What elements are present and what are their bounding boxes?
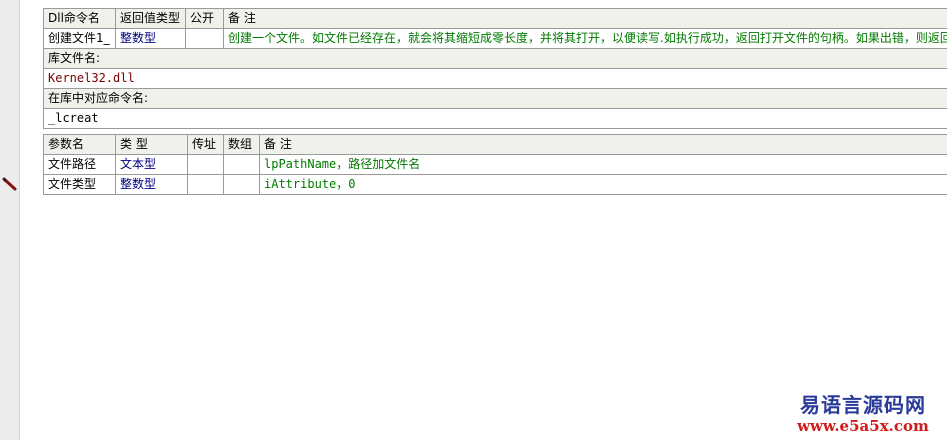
param-type-cell[interactable]: 整数型 [115, 174, 188, 195]
func-label-row: 在库中对应命令名: [43, 88, 947, 109]
col-dll-name: Dll命令名 [43, 8, 116, 29]
lib-label: 库文件名: [43, 48, 947, 69]
col-param-name: 参数名 [43, 134, 116, 155]
param-header-row: 参数名 类 型 传址 数组 备 注 [43, 134, 947, 155]
dll-header-row: Dll命令名 返回值类型 公开 备 注 [43, 8, 947, 29]
func-value-row[interactable]: _lcreat [43, 108, 947, 129]
col-public: 公开 [185, 8, 224, 29]
param-byref-cell[interactable] [187, 154, 224, 175]
dll-row[interactable]: 创建文件1_ 整数型 创建一个文件。如文件已经存在，就会将其缩短成零长度，并将其… [43, 28, 947, 49]
param-name-cell[interactable]: 文件路径 [43, 154, 116, 175]
lib-label-row: 库文件名: [43, 48, 947, 69]
editor-gutter [0, 0, 20, 440]
func-label: 在库中对应命令名: [43, 88, 947, 109]
table-row[interactable]: 文件路径 文本型 lpPathName，路径加文件名 [43, 154, 947, 175]
param-remark-cell[interactable]: iAttribute，0 [259, 174, 947, 195]
col-remark: 备 注 [223, 8, 947, 29]
param-type-cell[interactable]: 文本型 [115, 154, 188, 175]
func-value-cell[interactable]: _lcreat [43, 108, 947, 129]
param-array-cell[interactable] [223, 174, 260, 195]
param-remark-cell[interactable]: lpPathName，路径加文件名 [259, 154, 947, 175]
col-return-type: 返回值类型 [115, 8, 186, 29]
col-param-type: 类 型 [115, 134, 188, 155]
dll-name-cell[interactable]: 创建文件1_ [43, 28, 116, 49]
table-row[interactable]: 文件类型 整数型 iAttribute，0 [43, 174, 947, 195]
param-byref-cell[interactable] [187, 174, 224, 195]
dll-public-cell[interactable] [185, 28, 224, 49]
col-param-remark: 备 注 [259, 134, 947, 155]
params-table: 参数名 类 型 传址 数组 备 注 文件路径 文本型 lpPathName，路径… [43, 134, 947, 195]
dll-remark-cell[interactable]: 创建一个文件。如文件已经存在，就会将其缩短成零长度，并将其打开，以便读写.如执行… [223, 28, 947, 49]
watermark-url: www.e5a5x.com [797, 417, 929, 435]
param-name-cell[interactable]: 文件类型 [43, 174, 116, 195]
dll-return-type-cell[interactable]: 整数型 [115, 28, 186, 49]
param-array-cell[interactable] [223, 154, 260, 175]
col-param-byref: 传址 [187, 134, 224, 155]
watermark-title: 易语言源码网 [800, 393, 926, 417]
lib-value-cell[interactable]: Kernel32.dll [43, 68, 947, 89]
col-param-array: 数组 [223, 134, 260, 155]
watermark: 易语言源码网 www.e5a5x.com [788, 393, 938, 435]
dll-declaration-table: Dll命令名 返回值类型 公开 备 注 创建文件1_ 整数型 创建一个文件。如文… [43, 8, 947, 129]
pencil-icon [2, 177, 17, 191]
lib-value-row[interactable]: Kernel32.dll [43, 68, 947, 89]
